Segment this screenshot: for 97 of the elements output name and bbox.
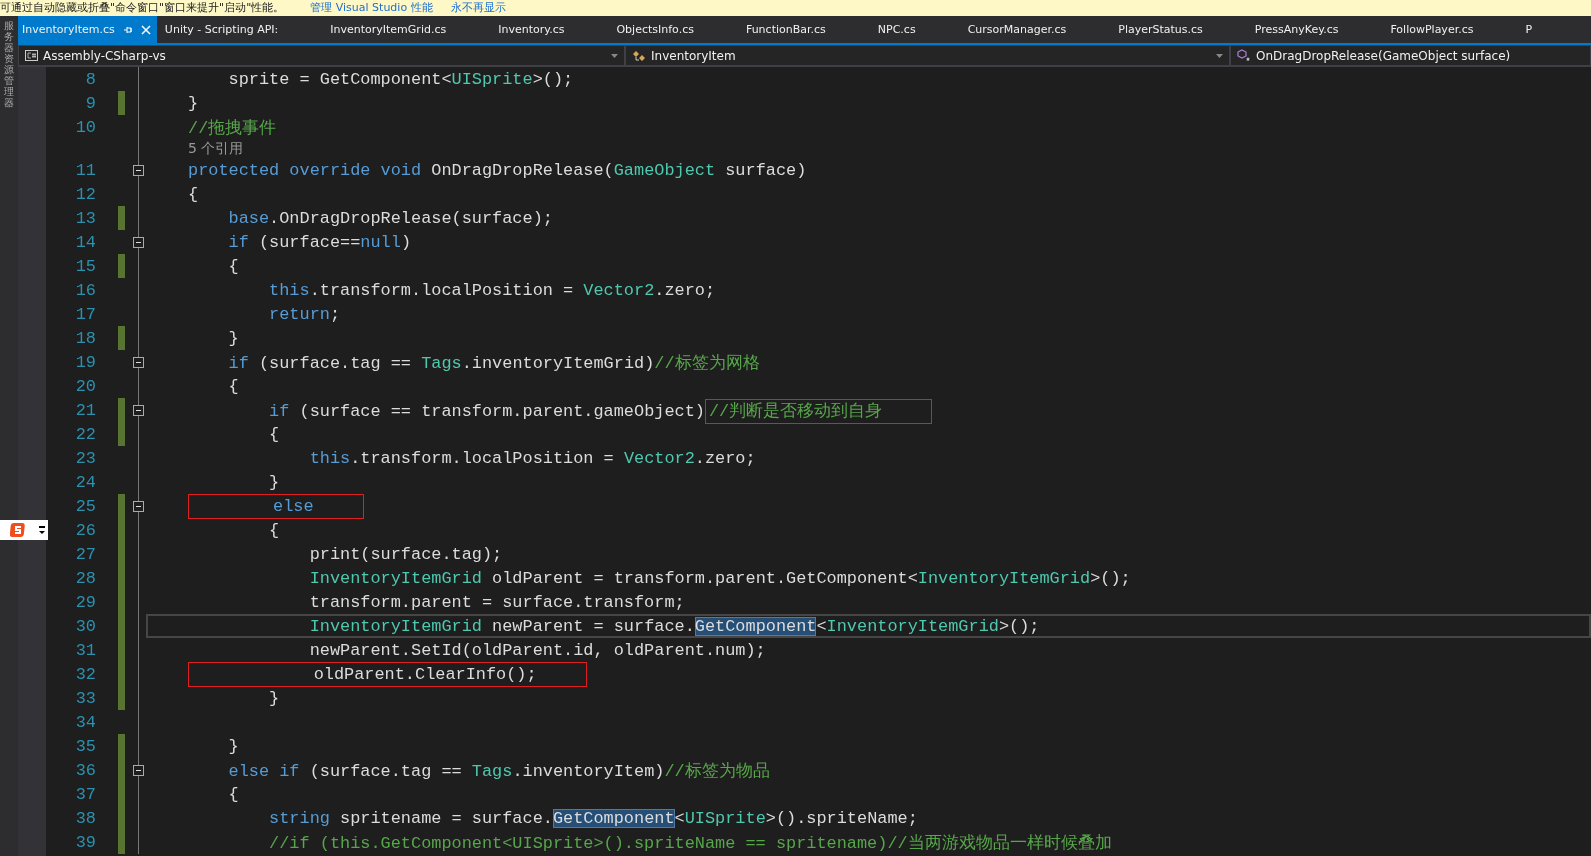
code-line: this.transform.localPosition = Vector2.zero; bbox=[308, 448, 756, 468]
code-line: else bbox=[188, 496, 364, 516]
code-line: string spritename = surface.GetComponent<UISprite>().spriteName; bbox=[268, 808, 918, 828]
line-number: 15 bbox=[74, 256, 96, 276]
line-number: 19 bbox=[74, 352, 96, 372]
line-number: 20 bbox=[74, 376, 96, 396]
file-tab[interactable]: PlayerStatus.cs bbox=[1114, 16, 1251, 43]
code-line: InventoryItemGrid newParent = surface.GetComponent<InventoryItemGrid>(); bbox=[308, 616, 1040, 636]
line-number: 14 bbox=[74, 232, 96, 252]
line-number: 23 bbox=[74, 448, 96, 468]
file-tab[interactable]: CursorManager.cs bbox=[963, 16, 1115, 43]
project-dropdown[interactable]: Assembly-CSharp-vs bbox=[18, 45, 625, 66]
line-number: 38 bbox=[74, 808, 96, 828]
line-number: 11 bbox=[74, 160, 96, 180]
line-number: 18 bbox=[74, 328, 96, 348]
line-number: 30 bbox=[74, 616, 96, 636]
notification-link[interactable]: 管理 Visual Studio 性能 bbox=[310, 1, 433, 15]
code-line: //if (this.GetComponent<UISprite>().spriteName == spritename)//当两游戏物品一样时候叠加 bbox=[268, 832, 1112, 854]
line-number: 36 bbox=[74, 760, 96, 780]
file-tab[interactable]: FunctionBar.cs bbox=[741, 16, 874, 43]
member-dropdown[interactable]: OnDragDropRelease(GameObject surface) bbox=[1230, 45, 1591, 66]
notification-link[interactable]: 永不再显示 bbox=[450, 1, 506, 15]
file-tab[interactable]: NPC.cs bbox=[873, 16, 964, 43]
collapse-icon[interactable] bbox=[132, 764, 144, 776]
code-line: { bbox=[227, 784, 239, 804]
line-number: 24 bbox=[74, 472, 96, 492]
line-number: 33 bbox=[74, 688, 96, 708]
sogou-s-icon bbox=[10, 523, 26, 537]
code-line: { bbox=[268, 424, 280, 444]
line-number: 39 bbox=[74, 832, 96, 852]
code-line: } bbox=[188, 93, 199, 113]
code-line: return; bbox=[268, 304, 341, 324]
line-number: 8 bbox=[84, 69, 96, 89]
file-tab[interactable]: FollowPlayer.cs bbox=[1386, 16, 1522, 43]
collapse-icon[interactable] bbox=[132, 404, 144, 416]
collapse-icon[interactable] bbox=[132, 500, 144, 512]
code-line: { bbox=[188, 184, 199, 204]
csharp-file-icon bbox=[25, 50, 38, 61]
code-line: InventoryItemGrid oldParent = transform.parent.GetComponent<InventoryItemGrid>(); bbox=[308, 568, 1131, 588]
reference-count[interactable]: 5 个引用 bbox=[188, 139, 244, 158]
method-cube-icon bbox=[1237, 49, 1251, 62]
close-icon[interactable] bbox=[140, 24, 151, 35]
line-number: 9 bbox=[84, 93, 96, 113]
code-line: newParent.SetId(oldParent.id, oldParent.num); bbox=[308, 640, 766, 660]
code-line: } bbox=[268, 688, 280, 708]
file-tab[interactable]: ObjectsInfo.cs bbox=[612, 16, 742, 43]
code-line: transform.parent = surface.transform; bbox=[308, 592, 685, 612]
line-number: 32 bbox=[74, 664, 96, 684]
file-tab[interactable]: InventoryItemGrid.cs bbox=[326, 16, 495, 43]
class-icon bbox=[632, 49, 646, 62]
code-line: if (surface.tag == Tags.inventoryItemGrid)//标签为网格 bbox=[227, 352, 760, 374]
line-number: 10 bbox=[74, 117, 96, 137]
code-line: { bbox=[227, 376, 239, 396]
code-line: { bbox=[268, 520, 280, 540]
code-line: print(surface.tag); bbox=[308, 544, 503, 564]
line-number: 27 bbox=[74, 544, 96, 564]
line-number: 34 bbox=[74, 712, 96, 732]
collapse-icon[interactable] bbox=[132, 164, 144, 176]
code-line: base.OnDragDropRelease(surface); bbox=[227, 208, 553, 228]
file-tab[interactable]: Unity - Scripting API: bbox=[160, 16, 327, 43]
file-tab[interactable]: Inventory.cs bbox=[494, 16, 613, 43]
code-line: } bbox=[227, 736, 239, 756]
line-number: 37 bbox=[74, 784, 96, 804]
code-line: { bbox=[227, 256, 239, 276]
code-line: if (surface==null) bbox=[227, 232, 411, 252]
class-dropdown[interactable]: InventoryItem bbox=[625, 45, 1230, 66]
line-number: 29 bbox=[74, 592, 96, 612]
notification-message: 可通过自动隐藏或折叠"命令窗口"窗口来提升"启动"性能。 bbox=[0, 1, 285, 15]
code-line: protected override void OnDragDropRelease(GameObject surface) bbox=[188, 160, 807, 180]
file-tab[interactable]: InventoryItem.cs bbox=[18, 16, 157, 43]
line-number: 35 bbox=[74, 736, 96, 756]
menu-icon[interactable] bbox=[38, 524, 46, 536]
line-number: 17 bbox=[74, 304, 96, 324]
caret-icon bbox=[611, 53, 618, 58]
code-line: sprite = GetComponent<UISprite>(); bbox=[227, 69, 574, 89]
collapse-icon[interactable] bbox=[132, 236, 144, 248]
file-tab[interactable]: P bbox=[1521, 16, 1581, 43]
code-line: this.transform.localPosition = Vector2.zero; bbox=[268, 280, 716, 300]
line-number: 31 bbox=[74, 640, 96, 660]
line-number: 13 bbox=[74, 208, 96, 228]
line-number: 21 bbox=[74, 400, 96, 420]
code-line: else if (surface.tag == Tags.inventoryItem)//标签为物品 bbox=[227, 760, 770, 782]
code-line: } bbox=[227, 328, 239, 348]
code-line: //拖拽事件 bbox=[188, 117, 277, 139]
collapse-icon[interactable] bbox=[132, 356, 144, 368]
code-line: if (surface == transform.parent.gameObject) //判断是否移动到自身 bbox=[188, 398, 933, 422]
line-number: 22 bbox=[74, 424, 96, 444]
line-number: 26 bbox=[74, 520, 96, 540]
caret-icon bbox=[1216, 53, 1223, 58]
line-number: 12 bbox=[74, 184, 96, 204]
code-line: oldParent.ClearInfo(); bbox=[188, 664, 587, 684]
line-number: 28 bbox=[74, 568, 96, 588]
code-line: } bbox=[268, 472, 280, 492]
line-number: 25 bbox=[74, 496, 96, 516]
line-number: 16 bbox=[74, 280, 96, 300]
side-panel-tab[interactable]: 服务器资源管理器 bbox=[0, 16, 18, 856]
file-tab[interactable]: PressAnyKey.cs bbox=[1250, 16, 1387, 43]
